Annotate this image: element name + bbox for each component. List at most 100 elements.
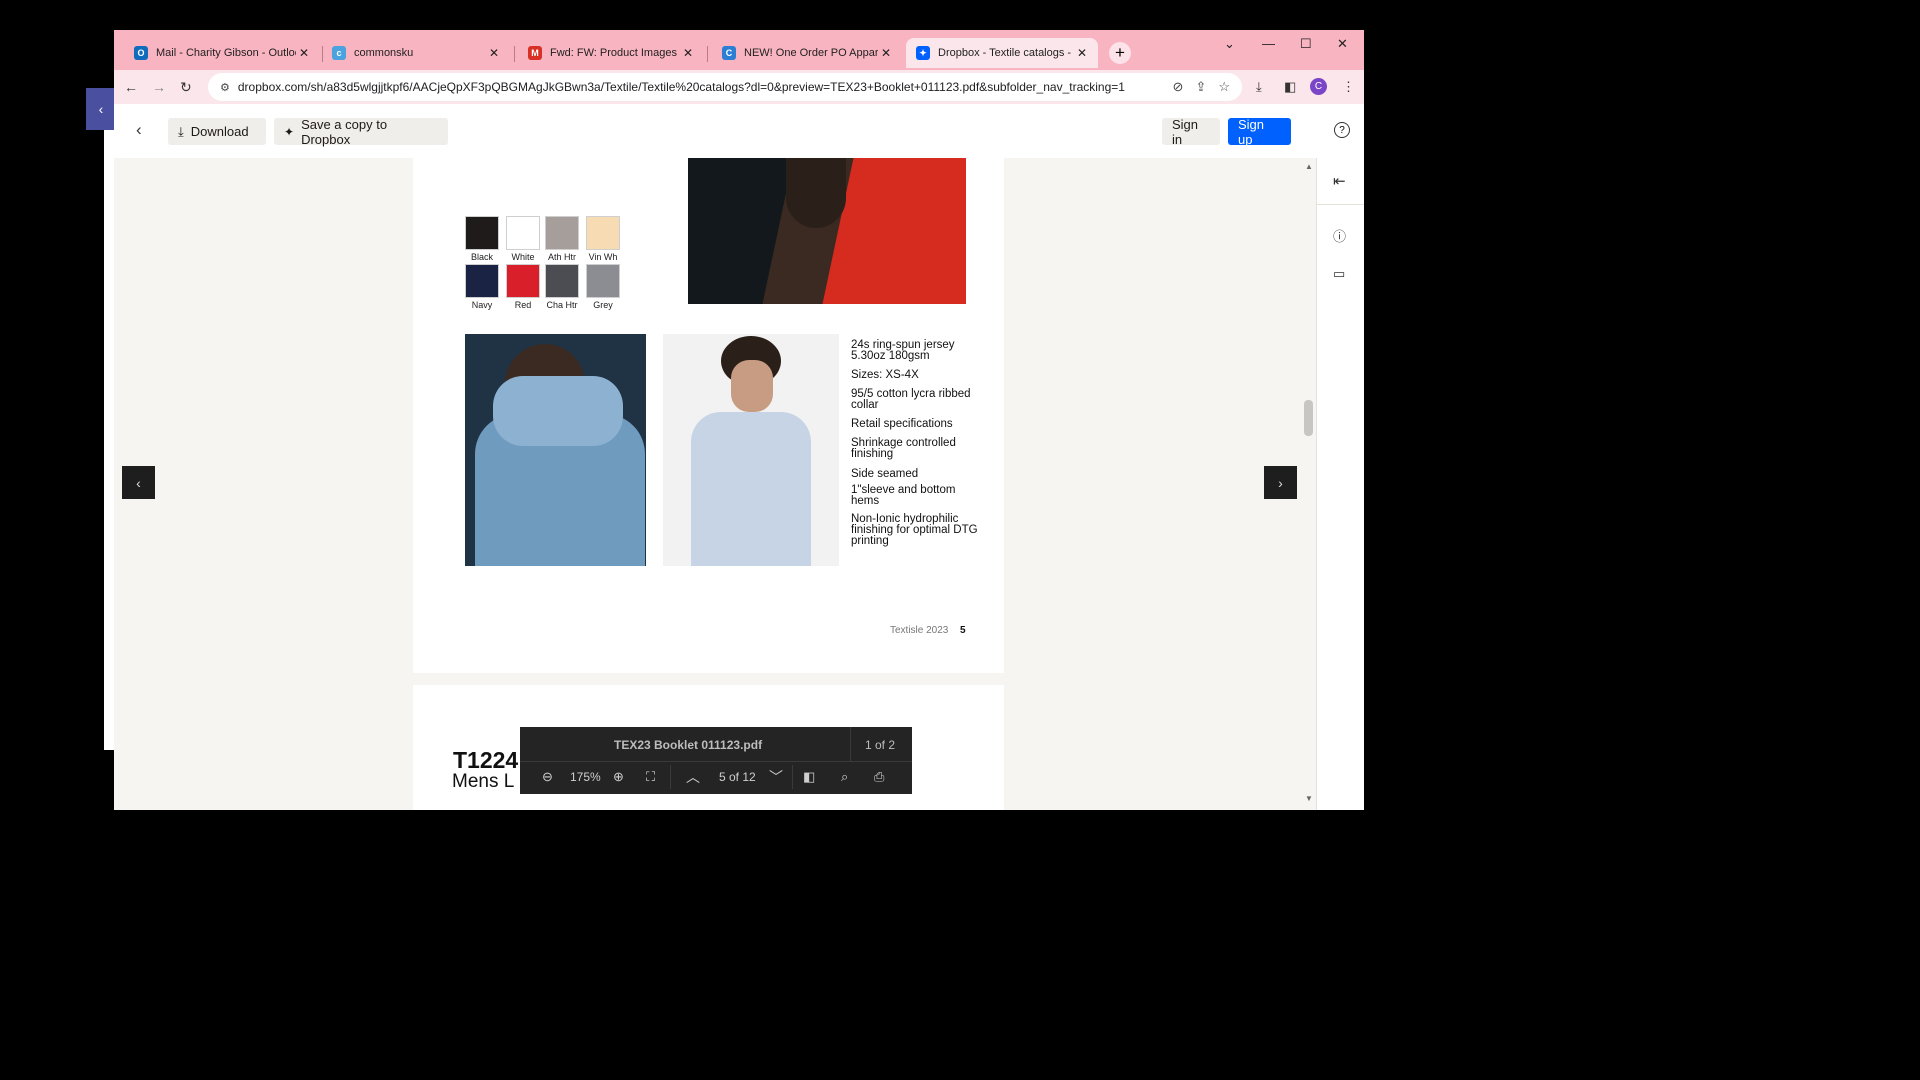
spec-item: 24s ring-spun jersey 5.30oz 180gsm <box>851 339 955 362</box>
outlook-icon: O <box>134 46 148 60</box>
product-photo-red-shirt <box>688 158 966 304</box>
page-indicator[interactable]: 5 of 12 <box>719 770 756 784</box>
pdf-viewer: Black White Ath Htr Vin Wh Navy Red Cha Htr Gre… <box>114 158 1316 810</box>
file-count: 1 of 2 <box>865 738 896 752</box>
swatch-navy <box>465 264 499 298</box>
spec-item: 95/5 cotton lycra ribbed collar <box>851 388 971 411</box>
comment-icon[interactable]: ▭ <box>1333 266 1345 282</box>
address-bar[interactable]: ⚙ dropbox.com/sh/a83d5wlgjjtkpf6/AACjeQp… <box>208 73 1242 101</box>
tab-gmail[interactable]: M Fwd: FW: Product Images and M ✕ <box>518 38 704 68</box>
pdf-filename: TEX23 Booklet 011123.pdf <box>614 738 763 752</box>
scrollbar-thumb[interactable] <box>1304 400 1313 436</box>
tab-title: commonsku <box>354 47 414 59</box>
collapse-panel-icon[interactable]: ⇤ <box>1333 172 1346 190</box>
download-button[interactable]: ⤓ Download <box>168 118 266 145</box>
tab-title: Fwd: FW: Product Images and M <box>550 47 680 59</box>
dropbox-header: ‹ ⤓ Download ✦ Save a copy to Dropbox Si… <box>114 104 1364 159</box>
product-code: T1224 <box>453 747 519 773</box>
save-copy-label: Save a copy to Dropbox <box>301 116 388 147</box>
close-icon[interactable]: ✕ <box>680 46 696 60</box>
close-icon[interactable]: ✕ <box>878 46 894 60</box>
previous-file-button[interactable]: ‹ <box>122 466 155 499</box>
right-side-panel: ⇤ ⓘ ▭ <box>1316 158 1364 810</box>
browser-window: O Mail - Charity Gibson - Outlook ✕ c co… <box>114 30 1364 810</box>
spec-item: Side seamed <box>851 468 919 480</box>
swatch-white <box>506 216 540 250</box>
sign-in-button[interactable]: Sign in <box>1162 117 1220 147</box>
viewer-scrollbar[interactable]: ▲ ▼ <box>1302 158 1316 810</box>
background-window-collapse-button: ‹ <box>86 88 116 130</box>
zoom-level[interactable]: 175% <box>570 770 601 784</box>
dropbox-logo-icon: ✦ <box>284 124 295 139</box>
zoom-in-icon[interactable]: ⊕ <box>613 769 624 785</box>
swatch-label: Vin Wh <box>588 252 618 262</box>
spec-item: Sizes: XS-4X <box>851 369 919 381</box>
product-photo-blue-shirt-face <box>465 334 646 566</box>
swatch-vin-wh <box>586 216 620 250</box>
tab-outlook[interactable]: O Mail - Charity Gibson - Outlook ✕ <box>124 38 320 68</box>
next-file-button[interactable]: › <box>1264 466 1297 499</box>
commonsku-c-icon: C <box>722 46 736 60</box>
close-icon[interactable]: ✕ <box>486 46 502 60</box>
tab-title: NEW! One Order PO Apparel Fi <box>744 47 878 59</box>
menu-kebab-icon[interactable]: ⋮ <box>1342 79 1355 95</box>
commonsku-icon: c <box>332 46 346 60</box>
profile-avatar[interactable]: C <box>1310 78 1327 95</box>
previous-page-icon[interactable]: ︿ <box>686 767 700 787</box>
toolbar-row: ← → ↻ ⚙ dropbox.com/sh/a83d5wlgjjtkpf6/A… <box>114 70 1364 104</box>
tab-one-order[interactable]: C NEW! One Order PO Apparel Fi ✕ <box>712 38 902 68</box>
downloads-icon[interactable]: ⤓ <box>1256 79 1262 95</box>
page-footer-number: 5 <box>960 625 966 636</box>
info-icon[interactable]: ⓘ <box>1333 226 1346 245</box>
side-panel-icon[interactable]: ◧ <box>1284 79 1296 95</box>
download-icon: ⤓ <box>178 123 184 139</box>
help-icon[interactable]: ? <box>1334 122 1350 138</box>
tab-search-icon[interactable]: ⌄ <box>1224 36 1235 52</box>
spec-item: 1"sleeve and bottom hems <box>851 484 956 507</box>
forward-icon[interactable]: → <box>152 79 166 95</box>
tab-commonsku[interactable]: c commonsku ✕ <box>322 38 510 68</box>
gmail-icon: M <box>528 46 542 60</box>
share-icon[interactable]: ⇪ <box>1195 79 1206 95</box>
spec-item: Non-Ionic hydrophilic finishing for opti… <box>851 513 978 547</box>
sign-up-button[interactable]: Sign up <box>1228 117 1291 147</box>
swatch-label: Red <box>514 300 532 310</box>
swatch-label: Navy <box>471 300 493 310</box>
close-icon[interactable]: ✕ <box>296 46 312 60</box>
close-icon[interactable]: ✕ <box>1074 46 1090 60</box>
save-copy-button[interactable]: ✦ Save a copy to Dropbox <box>274 116 448 147</box>
url-text[interactable]: dropbox.com/sh/a83d5wlgjjtkpf6/AACjeQpXF… <box>238 80 1173 94</box>
swatch-cha-htr <box>545 264 579 298</box>
tab-separator <box>707 46 708 62</box>
search-icon[interactable]: ⌕ <box>841 769 848 785</box>
eye-off-icon[interactable]: ⊘ <box>1173 79 1184 95</box>
spec-item: Shrinkage controlled finishing <box>851 437 956 460</box>
tab-title: Mail - Charity Gibson - Outlook <box>156 47 296 59</box>
back-icon[interactable]: ← <box>124 79 138 95</box>
product-name: Mens L <box>452 771 515 792</box>
tab-title: Dropbox - Textile catalogs - Si <box>938 47 1074 59</box>
swatch-red <box>506 264 540 298</box>
new-tab-button[interactable]: + <box>1109 42 1131 64</box>
download-label: Download <box>190 124 249 139</box>
swatch-grey <box>586 264 620 298</box>
zoom-out-icon[interactable]: ⊖ <box>542 769 553 785</box>
pdf-toolbar: TEX23 Booklet 011123.pdf 1 of 2 ⊖ 175% ⊕… <box>520 727 912 794</box>
window-close-icon[interactable]: ✕ <box>1337 36 1348 52</box>
next-page-icon[interactable]: ﹀ <box>769 767 783 787</box>
product-photo-model-white-tee <box>663 334 839 566</box>
site-info-icon[interactable]: ⚙ <box>220 81 230 94</box>
print-icon[interactable]: ⎙ <box>874 769 884 785</box>
tab-bar: O Mail - Charity Gibson - Outlook ✕ c co… <box>114 30 1364 70</box>
tab-dropbox[interactable]: ✦ Dropbox - Textile catalogs - Si ✕ <box>906 38 1098 68</box>
bookmark-star-icon[interactable]: ☆ <box>1218 79 1230 95</box>
maximize-icon[interactable]: ☐ <box>1300 36 1312 52</box>
reload-icon[interactable]: ↻ <box>180 79 192 96</box>
dropbox-icon: ✦ <box>916 46 930 60</box>
back-chevron-icon[interactable]: ‹ <box>136 120 142 140</box>
swatch-label: Cha Htr <box>546 300 578 310</box>
fullscreen-icon[interactable]: ⛶ <box>646 769 655 785</box>
pdf-page-5: Black White Ath Htr Vin Wh Navy Red Cha Htr Gre… <box>413 158 1004 673</box>
sidebar-toggle-icon[interactable]: ◧ <box>803 769 815 785</box>
minimize-icon[interactable]: — <box>1262 36 1275 51</box>
